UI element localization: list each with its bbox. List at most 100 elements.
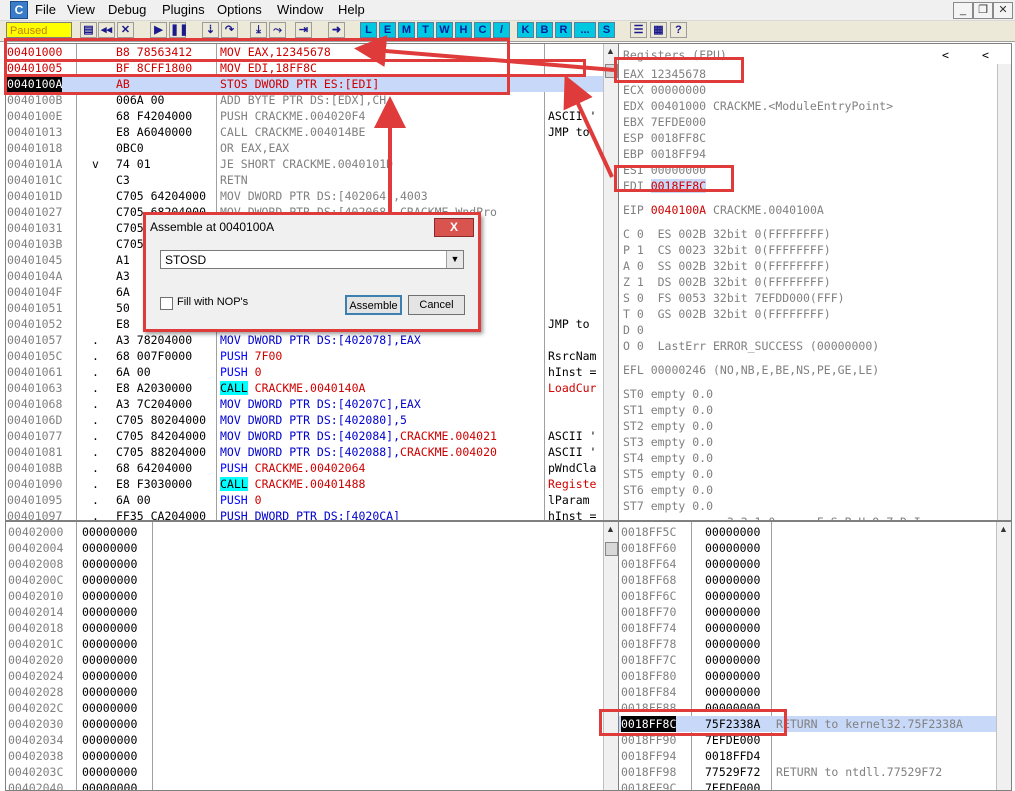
stack-row[interactable]: 0018FF88 00000000 (619, 700, 996, 716)
register-line[interactable]: ST6 empty 0.0 (623, 482, 713, 498)
disasm-row[interactable]: 00401081. C705 88204000 MOV DWORD PTR DS:[… (6, 444, 603, 460)
menu-help[interactable]: Help (338, 2, 365, 17)
register-line[interactable]: ST1 empty 0.0 (623, 402, 713, 418)
disasm-row[interactable]: 0040100B 006A 00 ADD BYTE PTR DS:[EDX],CH (6, 92, 603, 108)
stack-scrollbar[interactable]: ▲ (996, 522, 1011, 790)
register-line[interactable]: D 0 (623, 322, 644, 338)
disasm-row[interactable]: 0040101C C3 RETN (6, 172, 603, 188)
stack-row[interactable]: 0018FF8C 75F2338A RETURN to kernel32.75F23… (619, 716, 996, 732)
register-line[interactable]: O 0 LastErr ERROR_SUCCESS (00000000) (623, 338, 879, 354)
dump-row[interactable]: 0040202C 00000000 (6, 700, 603, 716)
stack-row[interactable]: 0018FF7C 00000000 (619, 652, 996, 668)
disasm-row[interactable]: 0040106D. C705 80204000 MOV DWORD PTR DS:[… (6, 412, 603, 428)
register-line[interactable]: ST0 empty 0.0 (623, 386, 713, 402)
toolbar-memory-button[interactable]: M (398, 22, 415, 38)
disasm-row[interactable]: 00401000 B8 78563412 MOV EAX,12345678 (6, 44, 603, 60)
cancel-button[interactable]: Cancel (408, 295, 465, 315)
stack-row[interactable]: 0018FF6C 00000000 (619, 588, 996, 604)
registers-nav-right-icon[interactable]: < (982, 47, 989, 63)
stack-row[interactable]: 0018FF74 00000000 (619, 620, 996, 636)
dump-pane[interactable]: 00402000 00000000 00402004 00000000 00402008… (5, 521, 619, 791)
fill-nops-checkbox[interactable] (160, 297, 173, 310)
dump-row[interactable]: 00402038 00000000 (6, 748, 603, 764)
disasm-row[interactable]: 00401005 BF 8CFF1800 MOV EDI,18FF8C (6, 60, 603, 76)
pause-icon[interactable]: ❚❚ (169, 22, 188, 38)
toolbar-modules-button[interactable]: E (379, 22, 396, 38)
app-icon[interactable]: C (10, 1, 28, 19)
dialog-close-button[interactable]: X (434, 218, 474, 237)
register-line[interactable]: Z 1 DS 002B 32bit 0(FFFFFFFF) (623, 274, 831, 290)
grid-icon[interactable]: ▦ (650, 22, 667, 38)
registers-scrollbar[interactable] (997, 64, 1011, 520)
assemble-button[interactable]: Assemble (345, 295, 402, 315)
register-line[interactable]: EAX 12345678 (623, 66, 706, 82)
register-line[interactable]: ST3 empty 0.0 (623, 434, 713, 450)
disasm-row[interactable]: 0040105C. 68 007F0000 PUSH 7F00 RsrcNam (6, 348, 603, 364)
register-line[interactable]: C 0 ES 002B 32bit 0(FFFFFFFF) (623, 226, 831, 242)
stack-row[interactable]: 0018FF9C 7EFDE000 (619, 780, 996, 790)
dump-row[interactable]: 00402024 00000000 (6, 668, 603, 684)
trace-into-icon[interactable]: ⤓ (250, 22, 267, 38)
goto-icon[interactable]: ➜ (328, 22, 345, 38)
dump-row[interactable]: 00402014 00000000 (6, 604, 603, 620)
toolbar-breakpoints-button[interactable]: B (536, 22, 553, 38)
register-line[interactable]: 3 2 1 0 E S P U O Z D I (623, 514, 921, 520)
execute-till-return-icon[interactable]: ⇥ (295, 22, 312, 38)
restore-icon[interactable]: ❐ (973, 2, 993, 19)
toolbar-threads-button[interactable]: T (417, 22, 434, 38)
dump-row[interactable]: 00402008 00000000 (6, 556, 603, 572)
dump-row[interactable]: 0040201C 00000000 (6, 636, 603, 652)
menu-view[interactable]: View (67, 2, 95, 17)
disasm-row[interactable]: 00401095. 6A 00 PUSH 0 lParam (6, 492, 603, 508)
disasm-row[interactable]: 00401077. C705 84204000 MOV DWORD PTR DS:[… (6, 428, 603, 444)
dump-row[interactable]: 00402018 00000000 (6, 620, 603, 636)
toolbar-log-button[interactable]: L (360, 22, 377, 38)
toolbar-cpu-button[interactable]: C (474, 22, 491, 38)
register-line[interactable]: ST7 empty 0.0 (623, 498, 713, 514)
toolbar-patches-button[interactable]: / (493, 22, 510, 38)
disasm-row[interactable]: 00401097. FF35 CA204000 PUSH DWORD PTR DS:… (6, 508, 603, 520)
disasm-row[interactable]: 0040108B. 68 64204000 PUSH CRACKME.0040206… (6, 460, 603, 476)
list-icon[interactable]: ☰ (630, 22, 647, 38)
registers-nav-left-icon[interactable]: < (942, 47, 949, 63)
disasm-row[interactable]: 0040100E 68 F4204000 PUSH CRACKME.004020F4… (6, 108, 603, 124)
stack-row[interactable]: 0018FF68 00000000 (619, 572, 996, 588)
stack-row[interactable]: 0018FF60 00000000 (619, 540, 996, 556)
dump-row[interactable]: 00402004 00000000 (6, 540, 603, 556)
register-line[interactable]: ST5 empty 0.0 (623, 466, 713, 482)
dump-row[interactable]: 00402040 00000000 (6, 780, 603, 790)
toolbar-handles-button[interactable]: H (455, 22, 472, 38)
register-line[interactable]: ECX 00000000 (623, 82, 706, 98)
trace-over-icon[interactable]: ⤳ (269, 22, 286, 38)
disasm-row[interactable]: 0040101D C705 64204000 MOV DWORD PTR DS:[4… (6, 188, 603, 204)
menu-plugins[interactable]: Plugins (162, 2, 205, 17)
toolbar-callstack-button[interactable]: K (517, 22, 534, 38)
assemble-input[interactable]: STOSD ▼ (160, 250, 464, 269)
stack-row[interactable]: 0018FF64 00000000 (619, 556, 996, 572)
dump-row[interactable]: 00402020 00000000 (6, 652, 603, 668)
stack-row[interactable]: 0018FF94 0018FFD4 (619, 748, 996, 764)
step-over-icon[interactable]: ↷ (221, 22, 238, 38)
toolbar-windows-button[interactable]: W (436, 22, 453, 38)
disasm-row[interactable]: 00401063. E8 A2030000 CALL CRACKME.0040140… (6, 380, 603, 396)
stack-row[interactable]: 0018FF84 00000000 (619, 684, 996, 700)
stack-row[interactable]: 0018FF90 7EFDE000 (619, 732, 996, 748)
dump-row[interactable]: 00402010 00000000 (6, 588, 603, 604)
menu-options[interactable]: Options (217, 2, 262, 17)
register-line[interactable]: ST2 empty 0.0 (623, 418, 713, 434)
run-icon[interactable]: ▶ (150, 22, 167, 38)
menu-file[interactable]: File (35, 2, 56, 17)
stack-row[interactable]: 0018FF78 00000000 (619, 636, 996, 652)
register-line[interactable]: EFL 00000246 (NO,NB,E,BE,NS,PE,GE,LE) (623, 362, 879, 378)
close-icon[interactable]: ✕ (117, 22, 134, 38)
register-line[interactable]: T 0 GS 002B 32bit 0(FFFFFFFF) (623, 306, 831, 322)
stack-pane[interactable]: 0018FF5C 00000000 0018FF60 00000000 0018FF64… (618, 521, 1012, 791)
dump-row[interactable]: 00402028 00000000 (6, 684, 603, 700)
register-line[interactable]: A 0 SS 002B 32bit 0(FFFFFFFF) (623, 258, 831, 274)
register-line[interactable]: EDI 0018FF8C (623, 178, 707, 194)
disasm-row[interactable]: 00401013 E8 A6040000 CALL CRACKME.004014BE… (6, 124, 603, 140)
toolbar-run-trace-button[interactable]: ... (574, 22, 596, 38)
menu-debug[interactable]: Debug (108, 2, 146, 17)
stack-row[interactable]: 0018FF70 00000000 (619, 604, 996, 620)
dump-row[interactable]: 00402034 00000000 (6, 732, 603, 748)
